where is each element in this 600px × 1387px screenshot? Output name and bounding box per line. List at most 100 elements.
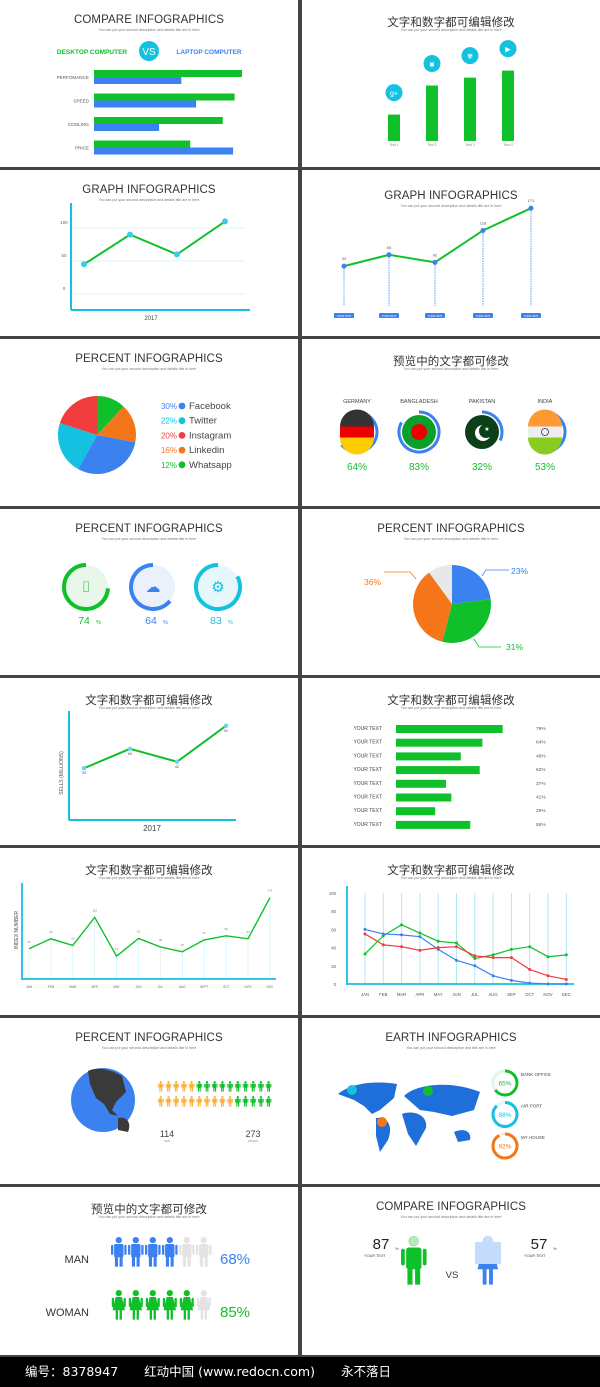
data-point-red	[363, 932, 367, 936]
person-icon	[204, 1096, 210, 1107]
y-axis-label: SELLS (MILLIONS)	[59, 751, 65, 795]
footer-site-link[interactable]: 红动中国 (www.redocn.com)	[144, 1364, 315, 1379]
legend-percent: 30%	[161, 402, 177, 411]
flag-germany-gold	[340, 437, 374, 455]
bar-laptop	[94, 100, 197, 108]
x-tick: DEC	[267, 985, 274, 989]
data-point-red	[455, 945, 458, 949]
data-label: 68	[225, 927, 229, 931]
y-tick: 80	[331, 909, 336, 914]
legend-percent: 16%	[161, 446, 177, 455]
data-point-green	[473, 957, 477, 961]
x-tick: FEB	[48, 985, 54, 989]
vs-label: VS	[142, 47, 156, 58]
y-tick: 60	[331, 927, 336, 932]
gender-label: MAN	[65, 1254, 90, 1266]
gender-label: WOMAN	[46, 1307, 89, 1319]
percent-label: 83%	[409, 462, 429, 473]
person-icon	[265, 1081, 272, 1092]
data-label: 60	[387, 245, 392, 250]
woman-head-highlight	[482, 1235, 494, 1247]
data-point	[81, 766, 87, 771]
legend-dot	[178, 461, 186, 469]
panel-gender-compare: COMPARE INFOGRAPHICS You can put your se…	[302, 1187, 600, 1355]
data-point-red	[564, 977, 568, 981]
index-line-chart: 33 JAN 60 FEB 42 MAR 118 APR 13 MAY 61 JUN 38 JUL 25 AU…	[14, 883, 276, 989]
callout-line	[384, 571, 417, 580]
y-tick: 20	[331, 964, 336, 969]
google-plus-icon-glyph: g+	[390, 91, 398, 98]
category-label: YOUR TEXT	[524, 314, 539, 318]
person-icon	[111, 1237, 127, 1267]
pin-bank-office-icon	[423, 1086, 433, 1096]
legend-percent: 12%	[161, 461, 177, 470]
panel-three-lines: 文字和数字都可编辑修改 You can put your second desc…	[302, 848, 600, 1015]
percent-sign: %	[96, 620, 101, 626]
map-north-america	[338, 1082, 397, 1114]
bar	[396, 752, 461, 761]
data-label: 171	[528, 198, 535, 203]
person-icon	[235, 1096, 241, 1107]
person-icon	[181, 1096, 187, 1107]
person-icon	[258, 1081, 264, 1092]
percent-label: 64%	[347, 462, 367, 473]
panel-callout-pie: PERCENT INFOGRAPHICS You can put your se…	[302, 509, 600, 675]
flag-germany-black	[340, 409, 374, 427]
ring-percent: 88%	[498, 1112, 511, 1119]
bar	[464, 77, 476, 141]
y-tick: 100	[329, 891, 337, 896]
data-point-green	[509, 947, 513, 951]
person-icon	[165, 1096, 172, 1107]
bar-value: 79%	[536, 726, 546, 732]
data-point-green	[418, 931, 422, 935]
panel-sells-line: 文字和数字都可编辑修改 You can put your second desc…	[0, 678, 298, 845]
ring-percent: 65%	[498, 1081, 511, 1088]
series-line-red	[364, 933, 567, 981]
person-icon	[196, 1237, 212, 1267]
data-label: 38	[159, 938, 163, 942]
series-line	[28, 897, 271, 958]
woman-count: 273	[245, 1129, 260, 1139]
person-icon	[227, 1081, 233, 1092]
bar-category: YOUR TEXT	[353, 767, 382, 773]
person-icon	[179, 1290, 194, 1320]
map-eurasia	[404, 1084, 480, 1116]
x-tick: OCT	[525, 992, 534, 997]
bar-label: Text 3	[465, 143, 474, 147]
legend-label: Linkedin	[189, 445, 224, 456]
bar-value: 64%	[536, 740, 546, 746]
x-tick: JAN	[26, 985, 33, 989]
callout-line	[473, 638, 501, 648]
data-point-blue	[381, 932, 385, 936]
x-tick: JUL	[471, 992, 479, 997]
data-label: 42	[433, 252, 438, 257]
person-icon	[250, 1081, 256, 1092]
bar-category: YOUR TEXT	[353, 808, 382, 814]
callout-label: 23%	[511, 566, 528, 576]
legend-dot	[178, 432, 186, 439]
data-point	[386, 252, 392, 258]
woman-caption: YOUR TEXT	[524, 1254, 546, 1258]
star: ★	[484, 426, 489, 433]
panel-people-count: PERCENT INFOGRAPHICS You can put your se…	[0, 1018, 298, 1184]
earth-chart: 65% BANK OFFICE 88% AIR PORT 92% MY HOUSE	[338, 1069, 551, 1160]
data-label: 60	[49, 930, 53, 934]
person-icon	[188, 1096, 195, 1107]
x-tick: NOV	[245, 985, 253, 989]
legend-desktop: DESKTOP COMPUTER	[57, 49, 127, 56]
person-icon	[242, 1096, 249, 1107]
gender-compare-chart: 87 % YOUR TEXT VS 57 % YOUR TEXT	[364, 1235, 557, 1285]
bar-value: 55%	[536, 822, 546, 828]
callout-line	[481, 569, 509, 577]
person-icon	[219, 1081, 226, 1092]
panel-text-bars: 文字和数字都可编辑修改 You can put your second desc…	[302, 678, 600, 845]
compare-bar-chart: DESKTOP COMPUTER LAPTOP COMPUTER VS PERFOMA…	[57, 41, 242, 155]
data-label: 13	[115, 947, 119, 951]
bar-laptop	[94, 77, 182, 84]
person-icon	[173, 1096, 179, 1107]
social-bar-chart: Text 1 g+ Text 2 ◙ Text 3 ✾ Text 4 ▶	[385, 40, 517, 147]
data-label: 57	[203, 931, 207, 935]
data-point-red	[491, 956, 495, 960]
panel-gender-icons: 预览中的文字都可修改 You can put your second descr…	[0, 1187, 298, 1355]
x-tick: SEPT	[200, 985, 208, 989]
